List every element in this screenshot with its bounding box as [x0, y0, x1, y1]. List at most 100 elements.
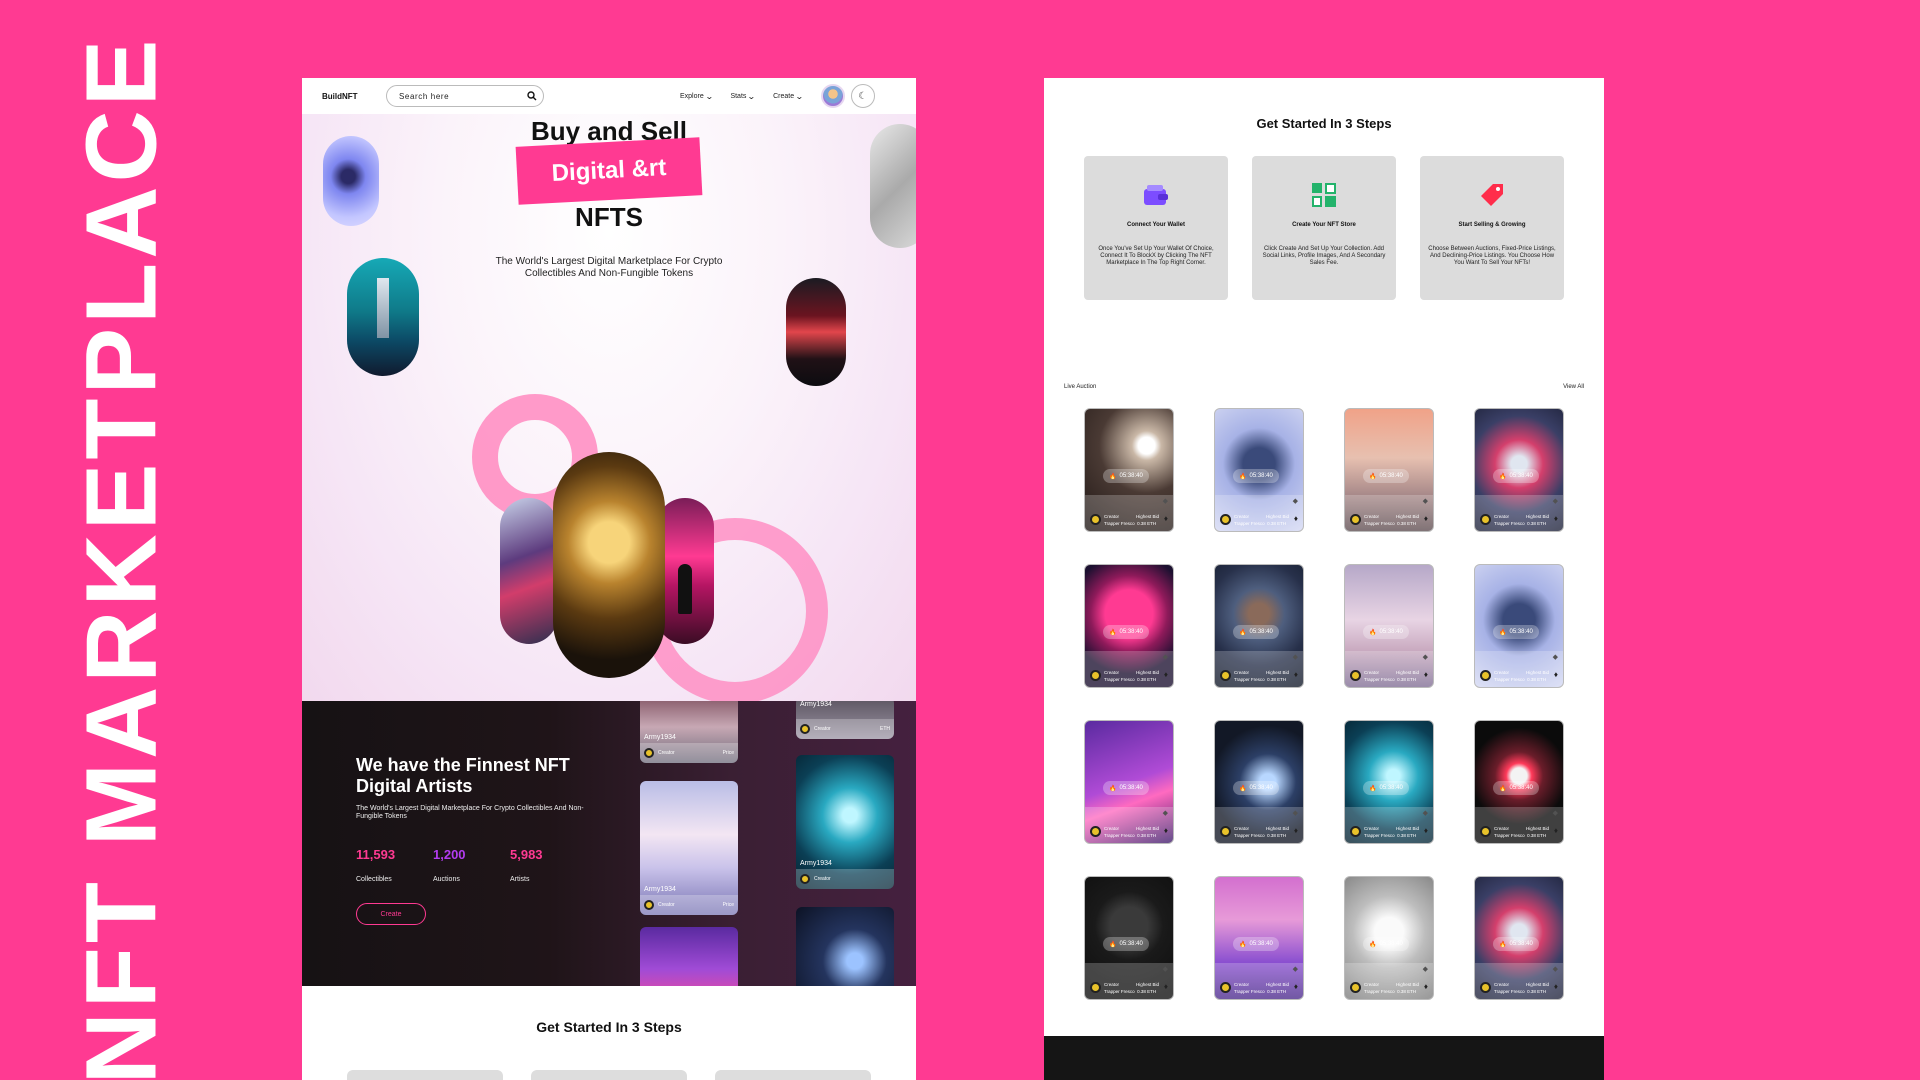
artist-card[interactable]: Army1934 Creator ETH: [796, 701, 894, 739]
card-footer: Creator Highest Bid Trapper Fresco 0.38 ET…: [1215, 651, 1303, 687]
ethereum-icon: ♦: [1553, 514, 1558, 523]
highest-bid-label: Highest Bid: [1135, 826, 1159, 831]
creator-avatar: [1090, 670, 1101, 681]
creator-avatar: [1220, 670, 1231, 681]
nft-auction-card[interactable]: 🔥 05:38:40 ◆ Creator Highest Bid Trapper Fres…: [1474, 876, 1564, 1000]
creator-avatar: [1350, 670, 1361, 681]
artists-subtitle: The World's Largest Digital Marketplace …: [356, 805, 584, 821]
artist-card[interactable]: [796, 907, 894, 986]
get-started-title: Get Started In 3 Steps: [1256, 116, 1392, 131]
stat-collectibles: 11,593 Collectibles: [356, 847, 396, 883]
nft-auction-card[interactable]: 🔥 05:38:40 ◆ Creator Highest Bid Trapper Fres…: [1214, 876, 1304, 1000]
step-card-preview: [347, 1070, 503, 1080]
flame-icon: 🔥: [1239, 473, 1247, 480]
auction-timer: 🔥 05:38:40: [1103, 937, 1149, 951]
marketplace-page-mockup: Get Started In 3 Steps Connect Your Wall…: [1044, 78, 1604, 1080]
artist-card[interactable]: Army1934 Creator Price: [640, 781, 738, 915]
creator-label: Creator: [1364, 514, 1380, 519]
creator-and-bid: Trapper Fresco 0.38 ETH: [1234, 989, 1287, 994]
card-footer: Creator Highest Bid Trapper Fresco 0.38 ET…: [1475, 963, 1563, 999]
tag-icon: [1428, 180, 1556, 210]
nav-create[interactable]: Create ⌄: [773, 92, 804, 101]
auction-timer: 🔥 05:38:40: [1233, 781, 1279, 795]
create-button[interactable]: Create: [356, 903, 426, 925]
wallet-icon: [1092, 180, 1220, 210]
creator-and-bid: Trapper Fresco 0.38 ETH: [1364, 521, 1417, 526]
card-footer: Creator Highest Bid Trapper Fresco 0.38 ET…: [1475, 807, 1563, 843]
creator-avatar: [1090, 514, 1101, 525]
artist-card[interactable]: Army1934 Creator: [796, 755, 894, 889]
flame-icon: 🔥: [1499, 629, 1507, 636]
ethereum-icon: ♦: [1163, 670, 1168, 679]
creator-avatar: [1480, 514, 1491, 525]
timer-text: 05:38:40: [1379, 473, 1403, 479]
creator-label: Creator: [1494, 670, 1510, 675]
live-auction-label: Live Auction: [1064, 384, 1097, 390]
creator-and-bid: Trapper Fresco 0.38 ETH: [1364, 833, 1417, 838]
nft-auction-card[interactable]: 🔥 05:38:40 ◆ Creator Highest Bid Trapper Fres…: [1344, 720, 1434, 844]
highest-bid-label: Highest Bid: [1135, 670, 1159, 675]
nft-auction-card[interactable]: 🔥 05:38:40 ◆ Creator Highest Bid Trapper Fres…: [1214, 720, 1304, 844]
timer-text: 05:38:40: [1379, 629, 1403, 635]
nft-auction-card[interactable]: 🔥 05:38:40 ◆ Creator Highest Bid Trapper Fres…: [1084, 720, 1174, 844]
highest-bid-label: Highest Bid: [1265, 826, 1289, 831]
creator-and-bid: Trapper Fresco 0.38 ETH: [1234, 521, 1287, 526]
nft-auction-card[interactable]: 🔥 05:38:40 ◆ Creator Highest Bid Trapper Fres…: [1084, 564, 1174, 688]
ethereum-icon: ♦: [1293, 982, 1298, 991]
nft-auction-card[interactable]: 🔥 05:38:40 ◆ Creator Highest Bid Trapper Fres…: [1474, 720, 1564, 844]
auction-timer: 🔥 05:38:40: [1233, 469, 1279, 483]
timer-text: 05:38:40: [1119, 785, 1143, 791]
nav-explore[interactable]: Explore ⌄: [680, 92, 713, 101]
creator-avatar: [1220, 826, 1231, 837]
nft-auction-card[interactable]: 🔥 05:38:40 ◆ Creator Highest Bid Trapper Fres…: [1214, 564, 1304, 688]
nft-auction-card[interactable]: 🔥 05:38:40 ◆ Creator Highest Bid Trapper Fres…: [1084, 408, 1174, 532]
card-footer: Creator Highest Bid Trapper Fresco 0.38 ET…: [1085, 495, 1173, 531]
ethereum-icon: ♦: [1423, 670, 1428, 679]
creator-avatar: [1090, 982, 1101, 993]
auction-timer: 🔥 05:38:40: [1233, 625, 1279, 639]
card-footer: Creator Highest Bid Trapper Fresco 0.38 ET…: [1475, 651, 1563, 687]
auction-timer: 🔥 05:38:40: [1233, 937, 1279, 951]
card-footer: Creator Highest Bid Trapper Fresco 0.38 ET…: [1215, 963, 1303, 999]
nft-auction-card[interactable]: 🔥 05:38:40 ◆ Creator Highest Bid Trapper Fres…: [1344, 564, 1434, 688]
stat-artists: 5,983 Artists: [510, 847, 543, 883]
view-all-link[interactable]: View All: [1563, 384, 1584, 390]
highest-bid-label: Highest Bid: [1525, 826, 1549, 831]
creator-avatar: [1090, 826, 1101, 837]
timer-text: 05:38:40: [1119, 941, 1143, 947]
auction-timer: 🔥 05:38:40: [1363, 937, 1409, 951]
nft-auction-card[interactable]: 🔥 05:38:40 ◆ Creator Highest Bid Trapper Fres…: [1214, 408, 1304, 532]
creator-label: Creator: [1364, 982, 1380, 987]
theme-toggle-moon-icon[interactable]: ☾: [850, 84, 875, 108]
avatar[interactable]: [820, 84, 845, 108]
creator-and-bid: Trapper Fresco 0.38 ETH: [1104, 677, 1157, 682]
hero-art-card: [500, 498, 558, 644]
timer-text: 05:38:40: [1509, 473, 1533, 479]
artist-card[interactable]: Army1934 Creator Price: [640, 701, 738, 763]
highest-bid-label: Highest Bid: [1135, 982, 1159, 987]
brand-logo[interactable]: BuildNFT: [322, 92, 386, 101]
ethereum-icon: ♦: [1553, 826, 1558, 835]
nft-auction-card[interactable]: 🔥 05:38:40 ◆ Creator Highest Bid Trapper Fres…: [1474, 408, 1564, 532]
search-box[interactable]: [386, 85, 544, 107]
hero-title-line3: NFTS: [575, 202, 643, 232]
artist-card[interactable]: [640, 927, 738, 986]
nft-auction-card[interactable]: 🔥 05:38:40 ◆ Creator Highest Bid Trapper Fres…: [1084, 876, 1174, 1000]
search-input[interactable]: [399, 91, 519, 101]
auction-timer: 🔥 05:38:40: [1363, 781, 1409, 795]
creator-avatar: [1480, 670, 1491, 681]
search-icon[interactable]: [527, 91, 537, 101]
card-footer: Creator Highest Bid Trapper Fresco 0.38 ET…: [1085, 963, 1173, 999]
nav-stats[interactable]: Stats ⌄: [730, 91, 757, 101]
nft-auction-card[interactable]: 🔥 05:38:40 ◆ Creator Highest Bid Trapper Fres…: [1344, 876, 1434, 1000]
highest-bid-label: Highest Bid: [1265, 670, 1289, 675]
nft-auction-card[interactable]: 🔥 05:38:40 ◆ Creator Highest Bid Trapper Fres…: [1344, 408, 1434, 532]
creator-and-bid: Trapper Fresco 0.38 ETH: [1104, 521, 1157, 526]
chevron-down-icon: ⌄: [747, 91, 757, 101]
auction-timer: 🔥 05:38:40: [1493, 937, 1539, 951]
creator-label: Creator: [1364, 826, 1380, 831]
highest-bid-label: Highest Bid: [1525, 982, 1549, 987]
auction-timer: 🔥 05:38:40: [1493, 469, 1539, 483]
vertical-banner: NFT MARKETPLACE: [0, 0, 190, 1080]
nft-auction-card[interactable]: 🔥 05:38:40 ◆ Creator Highest Bid Trapper Fres…: [1474, 564, 1564, 688]
